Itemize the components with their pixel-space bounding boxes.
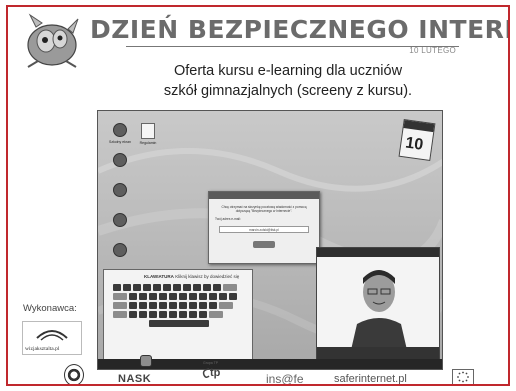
saferinternet-logo[interactable]: saferinternet.pl (334, 373, 407, 384)
key[interactable] (139, 293, 147, 300)
dialog-text: Chcę otrzymać na skrzynkę pocztową wiado… (221, 205, 307, 213)
key[interactable] (189, 302, 197, 309)
course-screenshot: Szkolny ekran Regulamin 10 Chcę otrzymać… (97, 110, 443, 370)
key[interactable] (169, 302, 177, 309)
email-input[interactable]: marcin.zolski@tlsk.pl (219, 226, 309, 233)
shift-key[interactable] (209, 311, 223, 318)
key[interactable] (123, 284, 131, 291)
key[interactable] (189, 311, 197, 318)
dialog-ok-button[interactable] (253, 241, 275, 248)
keyboard-keys (113, 284, 245, 329)
key[interactable] (113, 284, 121, 291)
key[interactable] (159, 293, 167, 300)
subtitle-line-1: Oferta kursu e-learning dla uczniów (173, 63, 403, 79)
key[interactable] (189, 293, 197, 300)
key[interactable] (129, 302, 137, 309)
contractor-logo-icon (36, 330, 68, 341)
key[interactable] (209, 302, 217, 309)
eu-stars-icon (457, 371, 469, 383)
key[interactable] (149, 311, 157, 318)
key[interactable] (149, 293, 157, 300)
contractor-logo[interactable]: wizjaksztalta.pl (22, 321, 82, 355)
shift-key[interactable] (113, 311, 127, 318)
key[interactable] (193, 284, 201, 291)
calendar-header (403, 120, 435, 133)
calendar-day: 10 (404, 134, 425, 154)
tp-caption: Grupa TP (203, 361, 219, 365)
key[interactable] (139, 311, 147, 318)
lock-icon[interactable] (113, 213, 127, 227)
keyboard-panel: KLAWIATURA Kliknij klawisz by dowiedzieć… (103, 269, 253, 365)
key[interactable] (219, 293, 227, 300)
tab-key[interactable] (113, 293, 127, 300)
mascot-icon (27, 13, 79, 68)
desktop-icon[interactable] (113, 123, 127, 137)
tp-logo[interactable]: Grupa TP tp (201, 361, 231, 384)
title-text: DZIEŃ BEZPIECZNEGO INTERNETU (90, 15, 508, 44)
key[interactable] (199, 302, 207, 309)
key[interactable] (159, 311, 167, 318)
key[interactable] (159, 302, 167, 309)
nask-logo[interactable]: NASK (118, 373, 151, 384)
key[interactable] (169, 311, 177, 318)
folder-icon[interactable] (113, 243, 127, 257)
space-key[interactable] (149, 320, 209, 327)
dialog-input-label: Twój adres e-mail: (215, 217, 241, 221)
key[interactable] (143, 284, 151, 291)
keyboard-title-rest: Kliknij klawisz by dowiedzieć się (175, 274, 240, 279)
calendar-widget[interactable]: 10 (398, 118, 436, 162)
keyboard-title: KLAWIATURA Kliknij klawisz by dowiedzieć… (144, 274, 239, 279)
key[interactable] (133, 284, 141, 291)
dialog-header (209, 192, 319, 199)
email-dialog: Chcę otrzymać na skrzynkę pocztową wiado… (208, 191, 320, 264)
event-date: 10 LUTEGO (409, 46, 456, 55)
slide-frame: DZIEŃ BEZPIECZNEGO INTERNETU2009 10 LUTE… (6, 5, 510, 386)
capslock-key[interactable] (113, 302, 127, 309)
key[interactable] (179, 311, 187, 318)
key[interactable] (163, 284, 171, 291)
video-window (316, 247, 440, 363)
key[interactable] (173, 284, 181, 291)
footer-logos: NASK Grupa TP tp ins@fe saferinternet.pl (8, 361, 508, 384)
start-button[interactable] (140, 355, 152, 367)
key[interactable] (209, 293, 217, 300)
desktop-icon-label: Szkolny ekran (109, 140, 131, 144)
subtitle: Oferta kursu e-learning dla uczniów szkó… (138, 61, 438, 101)
document-icon[interactable] (141, 123, 155, 139)
page-title: DZIEŃ BEZPIECZNEGO INTERNETU2009 (90, 15, 508, 44)
keyboard-title-bold: KLAWIATURA (144, 274, 174, 279)
key[interactable] (213, 284, 221, 291)
key[interactable] (129, 293, 137, 300)
date-strip: 10 LUTEGO (126, 46, 459, 55)
contractor-name: wizjaksztalta.pl (25, 346, 60, 352)
key[interactable] (179, 293, 187, 300)
seal-logo-icon[interactable] (64, 364, 84, 384)
insafe-logo[interactable]: ins@fe (266, 372, 304, 384)
key[interactable] (149, 302, 157, 309)
subtitle-line-2: szkół gimnazjalnych (screeny z kursu). (163, 83, 413, 99)
backspace-key[interactable] (223, 284, 237, 291)
document-icon-label: Regulamin (139, 141, 157, 145)
tv-icon[interactable] (113, 153, 127, 167)
enter-key[interactable] (219, 302, 233, 309)
key[interactable] (129, 311, 137, 318)
presenter-avatar (351, 270, 407, 350)
contractor-label: Wykonawca: (23, 303, 77, 314)
key[interactable] (199, 293, 207, 300)
tp-logo-text: tp (210, 367, 221, 379)
key[interactable] (139, 302, 147, 309)
key[interactable] (179, 302, 187, 309)
key[interactable] (183, 284, 191, 291)
video-header (317, 248, 439, 257)
key[interactable] (229, 293, 237, 300)
key[interactable] (203, 284, 211, 291)
key[interactable] (169, 293, 177, 300)
globe-icon[interactable] (113, 183, 127, 197)
key[interactable] (153, 284, 161, 291)
eu-flag-icon[interactable] (452, 369, 474, 384)
key[interactable] (199, 311, 207, 318)
